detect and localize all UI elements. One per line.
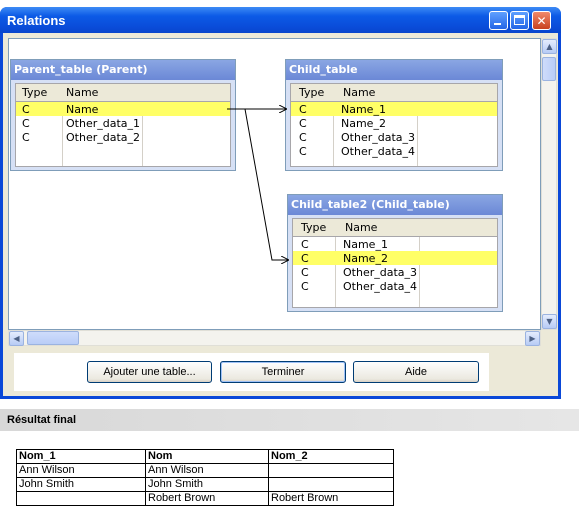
table-row[interactable]: C Name_2 <box>291 116 497 130</box>
row-name: Other_data_1 <box>66 117 141 130</box>
result-header-row: Nom_1 Nom Nom_2 <box>16 449 394 464</box>
row-type: C <box>299 117 307 130</box>
result-cell: Robert Brown <box>145 491 269 506</box>
close-icon: ✕ <box>536 13 547 28</box>
result-cell: Robert Brown <box>268 491 394 506</box>
child-table2-grid: Type Name C Name_1 C Name_2 C Other_data… <box>292 218 498 308</box>
chevron-down-icon: ▼ <box>546 317 553 326</box>
result-header-nom2: Nom_2 <box>268 449 394 464</box>
result-section-title: Résultat final <box>0 409 579 431</box>
row-name: Other_data_3 <box>343 266 418 279</box>
parent-table-title[interactable]: Parent_table (Parent) <box>11 60 235 80</box>
relations-window: Relations ✕ Parent_table (Parent) Type N… <box>0 7 561 399</box>
row-name: Other_data_4 <box>341 145 416 158</box>
row-type: C <box>22 131 30 144</box>
column-header-name: Name <box>343 86 376 99</box>
row-name: Name <box>66 103 99 116</box>
table-row[interactable]: C Name_1 <box>291 102 497 116</box>
grid-header: Type Name <box>291 84 497 102</box>
column-header-type: Type <box>299 86 325 99</box>
window-client: Parent_table (Parent) Type Name C Name C… <box>3 33 558 396</box>
scroll-up-button[interactable]: ▲ <box>542 39 557 54</box>
chevron-left-icon: ◀ <box>13 334 20 343</box>
result-table: Nom_1 Nom Nom_2 Ann Wilson Ann Wilson Jo… <box>16 449 394 506</box>
table-row[interactable]: C Other_data_4 <box>291 144 497 158</box>
vertical-scroll-thumb[interactable] <box>542 57 556 81</box>
row-type: C <box>301 252 309 265</box>
result-cell: John Smith <box>145 477 269 492</box>
row-name: Other_data_4 <box>343 280 418 293</box>
table-row[interactable]: C Name_2 <box>293 251 497 265</box>
finish-button[interactable]: Terminer <box>220 361 346 383</box>
child-table-box[interactable]: Child_table Type Name C Name_1 C Name_2 <box>285 59 503 171</box>
child-table2-title[interactable]: Child_table2 (Child_table) <box>288 195 502 215</box>
title-bar[interactable]: Relations ✕ <box>0 7 561 33</box>
parent-table-box[interactable]: Parent_table (Parent) Type Name C Name C… <box>10 59 236 171</box>
row-name: Other_data_3 <box>341 131 416 144</box>
column-header-type: Type <box>301 221 327 234</box>
help-button[interactable]: Aide <box>353 361 479 383</box>
row-type: C <box>301 280 309 293</box>
chevron-up-icon: ▲ <box>546 42 553 51</box>
row-type: C <box>301 266 309 279</box>
horizontal-scrollbar[interactable]: ◀ ▶ <box>8 330 541 346</box>
window-title: Relations <box>7 13 66 28</box>
child-table-grid: Type Name C Name_1 C Name_2 C Other_data… <box>290 83 498 167</box>
column-header-type: Type <box>22 86 48 99</box>
result-header-nom: Nom <box>145 449 269 464</box>
row-name: Name_2 <box>341 117 386 130</box>
button-bar: Ajouter une table... Terminer Aide <box>14 353 489 391</box>
relations-canvas[interactable]: Parent_table (Parent) Type Name C Name C… <box>8 38 541 330</box>
table-row[interactable]: C Other_data_3 <box>291 130 497 144</box>
parent-table-grid: Type Name C Name C Other_data_1 C Other_… <box>15 83 231 167</box>
horizontal-scroll-thumb[interactable] <box>27 331 79 345</box>
maximize-button[interactable] <box>510 11 529 30</box>
grid-header: Type Name <box>16 84 230 102</box>
row-type: C <box>299 103 307 116</box>
result-cell <box>268 463 394 478</box>
relation-line-child2 <box>227 108 288 260</box>
table-row[interactable]: C Other_data_3 <box>293 265 497 279</box>
column-header-name: Name <box>345 221 378 234</box>
result-header-nom1: Nom_1 <box>16 449 146 464</box>
table-row[interactable]: C Name_1 <box>293 237 497 251</box>
close-button[interactable]: ✕ <box>532 11 551 30</box>
column-header-name: Name <box>66 86 99 99</box>
minimize-button[interactable] <box>489 11 508 30</box>
child-table2-box[interactable]: Child_table2 (Child_table) Type Name C N… <box>287 194 503 312</box>
chevron-right-icon: ▶ <box>529 334 536 343</box>
row-name: Name_2 <box>343 252 388 265</box>
row-type: C <box>301 238 309 251</box>
scroll-right-button[interactable]: ▶ <box>525 331 540 346</box>
row-name: Name_1 <box>343 238 388 251</box>
minimize-icon <box>494 23 501 25</box>
table-row[interactable]: C Other_data_1 <box>16 116 230 130</box>
maximize-icon <box>514 15 525 25</box>
result-cell: Ann Wilson <box>16 463 146 478</box>
child-table-title[interactable]: Child_table <box>286 60 502 80</box>
table-row[interactable]: C Name <box>16 102 230 116</box>
result-cell <box>268 477 394 492</box>
row-name: Other_data_2 <box>66 131 141 144</box>
row-type: C <box>299 145 307 158</box>
add-table-button[interactable]: Ajouter une table... <box>87 361 212 383</box>
row-type: C <box>299 131 307 144</box>
row-name: Name_1 <box>341 103 386 116</box>
vertical-scrollbar[interactable]: ▲ ▼ <box>541 38 557 330</box>
table-row: Robert Brown Robert Brown <box>16 491 394 506</box>
table-row: John Smith John Smith <box>16 477 394 492</box>
table-row[interactable]: C Other_data_2 <box>16 130 230 144</box>
table-row: Ann Wilson Ann Wilson <box>16 463 394 478</box>
row-type: C <box>22 117 30 130</box>
scroll-down-button[interactable]: ▼ <box>542 314 557 329</box>
scroll-left-button[interactable]: ◀ <box>9 331 24 346</box>
row-type: C <box>22 103 30 116</box>
grid-header: Type Name <box>293 219 497 237</box>
result-cell: Ann Wilson <box>145 463 269 478</box>
result-cell: John Smith <box>16 477 146 492</box>
result-cell <box>16 491 146 506</box>
table-row[interactable]: C Other_data_4 <box>293 279 497 293</box>
